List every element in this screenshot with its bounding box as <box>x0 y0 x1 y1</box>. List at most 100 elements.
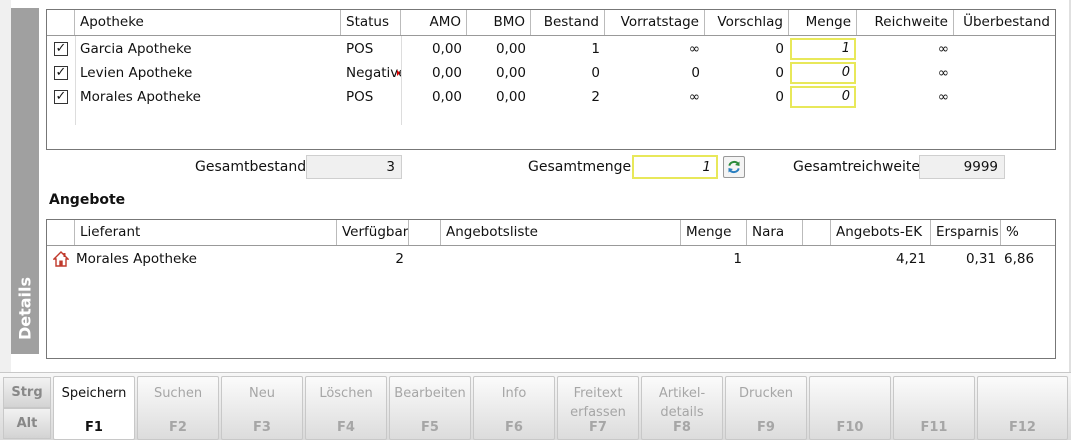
cell-bestand: 2 <box>591 89 600 105</box>
cell-status: POS <box>346 41 374 57</box>
pharmacy-row[interactable]: ✓ Morales Apotheke POS 0,00 0,00 2 ∞ 0 0… <box>47 85 1055 109</box>
header-select[interactable] <box>47 10 75 35</box>
offers-grid: Lieferant Verfügbar Angebotsliste Menge … <box>46 219 1056 359</box>
pharmacy-grid: Apotheke Status AMO BMO Bestand Vorratst… <box>46 9 1056 150</box>
cell-reichweite: ∞ <box>937 89 949 105</box>
window-left-edge <box>0 0 11 372</box>
fkey-f7-freitext-erfassen[interactable]: Freitext erfassen F7 <box>557 376 639 440</box>
fkey-number: F9 <box>757 420 775 435</box>
refresh-icon <box>728 160 740 174</box>
cell-verfuegbar: 2 <box>395 251 404 267</box>
offers-grid-header: Lieferant Verfügbar Angebotsliste Menge … <box>47 220 1055 246</box>
refresh-button[interactable] <box>723 156 745 178</box>
cell-vorratstage: ∞ <box>688 89 700 105</box>
menge-input[interactable]: 0 <box>790 86 856 108</box>
cell-bestand: 1 <box>591 41 600 57</box>
cell-vorschlag: 0 <box>775 65 784 81</box>
cell-bmo: 0,00 <box>495 65 526 81</box>
fkey-f1-speichern[interactable]: Speichern F1 <box>53 376 135 440</box>
fkey-f12[interactable]: F12 <box>977 376 1068 440</box>
fkey-label: Freitext erfassen <box>570 386 626 420</box>
offer-row[interactable]: Morales Apotheke 2 1 4,21 0,31 6,86 <box>47 247 1055 271</box>
cell-apotheke: Levien Apotheke <box>80 65 193 81</box>
menge-input[interactable]: 1 <box>790 38 856 60</box>
cell-status: Negative <box>346 65 401 81</box>
row-checkbox[interactable]: ✓ <box>54 66 68 80</box>
cell-reichweite: ∞ <box>937 41 949 57</box>
fkey-number: F7 <box>589 420 607 435</box>
fkey-f10[interactable]: F10 <box>809 376 891 440</box>
pharmacy-row[interactable]: ✓ Levien Apotheke Negative 0,00 0,00 0 0… <box>47 61 1055 85</box>
header-prozent[interactable]: % <box>1001 220 1055 245</box>
pharmacy-row[interactable]: ✓ Garcia Apotheke POS 0,00 0,00 1 ∞ 0 1 … <box>47 37 1055 61</box>
header-verfuegbar[interactable]: Verfügbar <box>337 220 409 245</box>
cell-ueberbestand <box>954 37 1055 61</box>
cell-bmo: 0,00 <box>495 89 526 105</box>
details-side-tab[interactable]: Details <box>11 8 39 354</box>
header-angebotsliste[interactable]: Angebotsliste <box>441 220 681 245</box>
fkey-f5-bearbeiten[interactable]: Bearbeiten F5 <box>389 376 471 440</box>
fkey-number: F12 <box>1009 420 1036 435</box>
header-bmo[interactable]: BMO <box>467 10 531 35</box>
cell-ueberbestand <box>954 61 1055 85</box>
fkey-f3-neu[interactable]: Neu F3 <box>221 376 303 440</box>
fkey-number: F8 <box>673 420 691 435</box>
fkey-label: Suchen <box>153 386 203 401</box>
cell-vorratstage: ∞ <box>688 41 700 57</box>
cell-vorratstage: 0 <box>691 65 700 81</box>
fkey-number: F6 <box>505 420 523 435</box>
fkey-label: Neu <box>249 386 275 401</box>
fkey-f6-info[interactable]: Info F6 <box>473 376 555 440</box>
details-tab-label: Details <box>15 276 35 341</box>
fkey-f8-artikeldetails[interactable]: Artikel- details F8 <box>641 376 723 440</box>
fkey-label: Drucken <box>738 386 794 401</box>
fkey-label: Speichern <box>61 386 127 401</box>
header-reichweite[interactable]: Reichweite <box>857 10 954 35</box>
cell-vorschlag: 0 <box>775 41 784 57</box>
alt-modifier[interactable]: Alt <box>3 408 51 439</box>
cell-bmo: 0,00 <box>495 41 526 57</box>
row-checkbox[interactable]: ✓ <box>54 42 68 56</box>
cell-ersparnis: 0,31 <box>965 251 996 267</box>
cell-status: POS <box>346 89 374 105</box>
fkey-number: F1 <box>85 420 103 435</box>
status-warning-marker <box>397 70 400 76</box>
header-status[interactable]: Status <box>341 10 401 35</box>
header-blank-2[interactable] <box>803 220 831 245</box>
cell-ueberbestand <box>954 85 1055 109</box>
gesamtreichweite-field: 9999 <box>919 155 1005 179</box>
header-lieferant[interactable]: Lieferant <box>75 220 337 245</box>
gesamtmenge-input[interactable]: 1 <box>632 155 718 179</box>
header-vorschlag[interactable]: Vorschlag <box>705 10 789 35</box>
fkey-number: F2 <box>169 420 187 435</box>
home-icon <box>53 251 69 267</box>
header-nara[interactable]: Nara <box>747 220 803 245</box>
strg-modifier[interactable]: Strg <box>3 377 51 408</box>
header-amo[interactable]: AMO <box>401 10 467 35</box>
header-bestand[interactable]: Bestand <box>531 10 605 35</box>
cell-reichweite: ∞ <box>937 65 949 81</box>
fkey-label: Bearbeiten <box>394 386 466 401</box>
cell-menge: 1 <box>733 251 742 267</box>
header-menge[interactable]: Menge <box>681 220 747 245</box>
header-ersparnis[interactable]: Ersparnis <box>931 220 1001 245</box>
header-angebots-ek[interactable]: Angebots-EK <box>831 220 931 245</box>
cell-prozent: 6,86 <box>1004 251 1035 267</box>
fkey-f2-suchen[interactable]: Suchen F2 <box>137 376 219 440</box>
fkey-f11[interactable]: F11 <box>893 376 975 440</box>
header-vorratstage[interactable]: Vorratstage <box>605 10 705 35</box>
menge-input[interactable]: 0 <box>790 62 856 84</box>
cell-vorschlag: 0 <box>775 89 784 105</box>
header-menge[interactable]: Menge <box>789 10 857 35</box>
gesamtbestand-field: 3 <box>306 155 402 179</box>
pharmacy-grid-header: Apotheke Status AMO BMO Bestand Vorratst… <box>47 10 1055 36</box>
header-ueberbestand[interactable]: Überbestand <box>954 10 1055 35</box>
fkey-f9-drucken[interactable]: Drucken F9 <box>725 376 807 440</box>
fkey-f4-loeschen[interactable]: Löschen F4 <box>305 376 387 440</box>
header-icon[interactable] <box>47 220 75 245</box>
cell-amo: 0,00 <box>431 41 462 57</box>
header-apotheke[interactable]: Apotheke <box>75 10 341 35</box>
cell-amo: 0,00 <box>431 65 462 81</box>
row-checkbox[interactable]: ✓ <box>54 90 68 104</box>
header-blank-1[interactable] <box>409 220 441 245</box>
